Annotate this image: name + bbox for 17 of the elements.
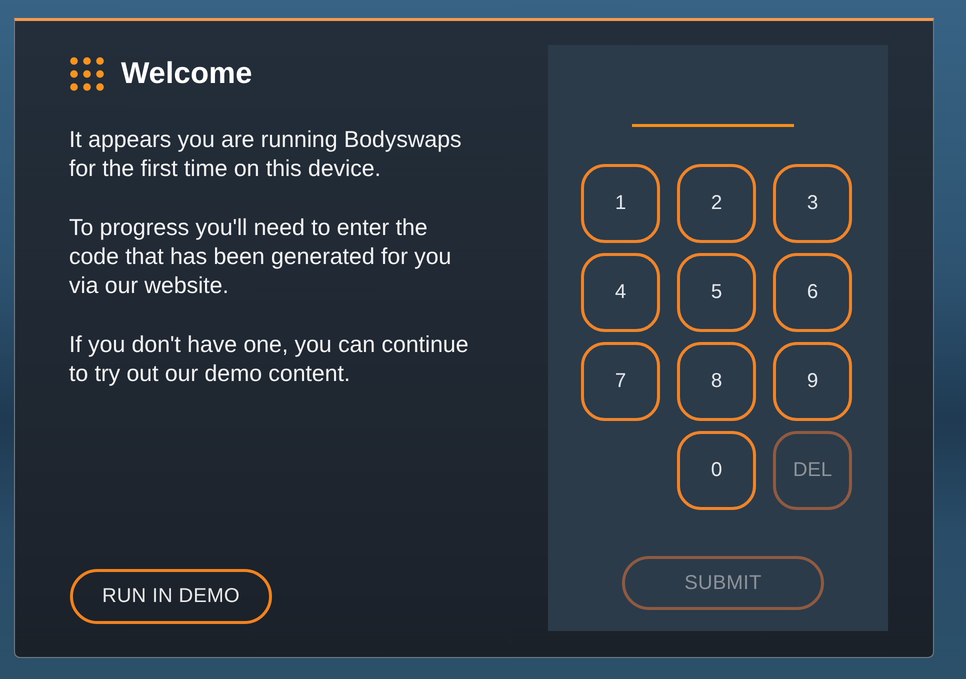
- dot-grid-icon: [70, 57, 104, 91]
- dialog-title: Welcome: [121, 56, 252, 92]
- keypad-key[interactable]: 5: [677, 253, 756, 332]
- info-paragraph: To progress you'll need to enter the code that has been generated for you via our website.: [69, 213, 452, 300]
- keypad-key[interactable]: 4: [581, 253, 660, 332]
- keypad-key[interactable]: 7: [581, 342, 660, 421]
- keypad-key[interactable]: 1: [581, 164, 660, 243]
- keypad-key[interactable]: 0: [677, 431, 756, 510]
- keypad-key[interactable]: 8: [677, 342, 756, 421]
- keypad-key[interactable]: 6: [773, 253, 852, 332]
- info-paragraph: If you don't have one, you can continue to try out our demo content.: [69, 330, 470, 388]
- keypad-key[interactable]: 2: [677, 164, 756, 243]
- keypad-key[interactable]: 9: [773, 342, 852, 421]
- info-paragraph: It appears you are running Bodyswaps for the first time on this device.: [69, 125, 463, 183]
- run-in-demo-button[interactable]: RUN IN DEMO: [70, 569, 272, 624]
- code-input-field[interactable]: [632, 124, 794, 127]
- keypad-key[interactable]: 3: [773, 164, 852, 243]
